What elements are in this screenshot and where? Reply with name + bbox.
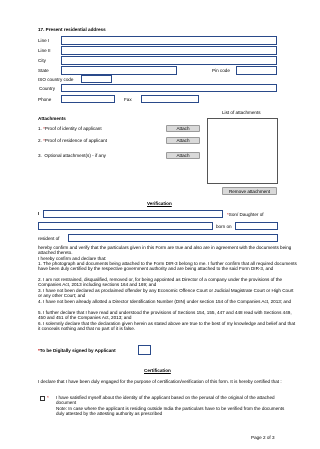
attachment-3-label: 3. Optional attachment(s) - if any	[38, 153, 106, 158]
verification-i-label: I	[38, 211, 40, 216]
certification-item-text: I have satisfied myself about the identi…	[56, 395, 275, 406]
city-input[interactable]	[61, 56, 277, 65]
line1-input[interactable]	[61, 36, 277, 45]
applicant-name-input[interactable]	[43, 210, 223, 218]
pin-code-label: Pin code	[212, 68, 230, 73]
attachment-1-number: 1.	[38, 126, 42, 131]
address-section-title: 17. Present residential address	[38, 27, 106, 32]
iso-country-code-input[interactable]	[81, 75, 112, 83]
certification-text: I declare that I have been duly engaged …	[38, 379, 282, 384]
fax-input[interactable]	[141, 95, 199, 103]
line1-label: Line I	[38, 38, 50, 43]
digital-sign-label: *To be Digitally signed by Applicant	[38, 348, 116, 353]
attachments-listbox[interactable]	[207, 118, 278, 184]
attachment-2-number: 2.	[38, 138, 42, 143]
attach-button-2[interactable]: Attach	[166, 137, 200, 144]
relation-text: Son/ Daughter of	[228, 212, 264, 217]
declaration-point-3: 3. I have not been declared as proclaime…	[38, 288, 294, 299]
relation-label: *Son/ Daughter of	[227, 212, 264, 217]
declaration-point-1: 1. The photograph and documents being at…	[38, 261, 297, 272]
attachment-2-text: Proof of residence of applicant	[44, 138, 107, 143]
pin-code-input[interactable]	[236, 66, 277, 75]
certification-checkbox[interactable]	[40, 396, 45, 401]
declaration-point-5: 5. I further declare that I have read an…	[38, 310, 292, 321]
digital-sign-text: To be Digitally signed by Applicant	[39, 348, 116, 353]
page-number: Page 2 of 3	[251, 435, 275, 440]
state-input[interactable]	[61, 66, 177, 75]
city-label: City	[38, 58, 46, 63]
attachment-1-text: Proof of identity of applicant	[44, 126, 102, 131]
country-input[interactable]	[61, 84, 277, 92]
phone-input[interactable]	[61, 95, 115, 103]
phone-label: Phone	[38, 97, 52, 102]
certification-required-star: *	[47, 395, 49, 400]
digital-signature-box[interactable]	[138, 345, 151, 355]
verification-title: Verification	[147, 201, 172, 206]
attachment-3-text: Optional attachment(s) - if any	[44, 153, 106, 158]
line2-input[interactable]	[61, 46, 277, 55]
resident-of-input[interactable]	[68, 234, 278, 242]
parent-name-input[interactable]	[38, 222, 213, 230]
line2-label: Line II	[38, 48, 51, 53]
remove-attachment-button[interactable]: Remove attachment	[222, 187, 277, 195]
certification-note: Note: In case where the applicant is res…	[56, 406, 285, 417]
born-on-label: born on	[216, 224, 232, 229]
iso-country-code-label: ISO country code	[38, 77, 74, 82]
attach-button-1[interactable]: Attach	[166, 125, 200, 132]
certification-title: Certification	[144, 368, 171, 373]
fax-label: Fax	[124, 97, 132, 102]
state-label: State	[38, 68, 49, 73]
declaration-point-6: 6. I solemnly declare that the declarati…	[38, 321, 296, 332]
resident-of-label: resident of	[38, 236, 60, 241]
list-of-attachments-title: List of attachments	[222, 110, 261, 115]
attachment-2-label: 2. *Proof of residence of applicant	[38, 138, 107, 143]
attachment-1-label: 1. *Proof of identity of applicant	[38, 126, 102, 131]
declaration-point-2: 2. I am not restrained, disqualified, re…	[38, 277, 283, 288]
country-label: Country	[39, 86, 56, 91]
declaration-point-4: 4. I have not been already allotted a Di…	[38, 299, 292, 304]
attach-button-3[interactable]: Attach	[166, 152, 200, 159]
born-on-input[interactable]	[235, 222, 278, 230]
verification-intro-text: hereby confirm and verify that the parti…	[38, 245, 292, 256]
attachment-3-number: 3.	[38, 153, 42, 158]
attachments-title: Attachments	[38, 116, 66, 121]
